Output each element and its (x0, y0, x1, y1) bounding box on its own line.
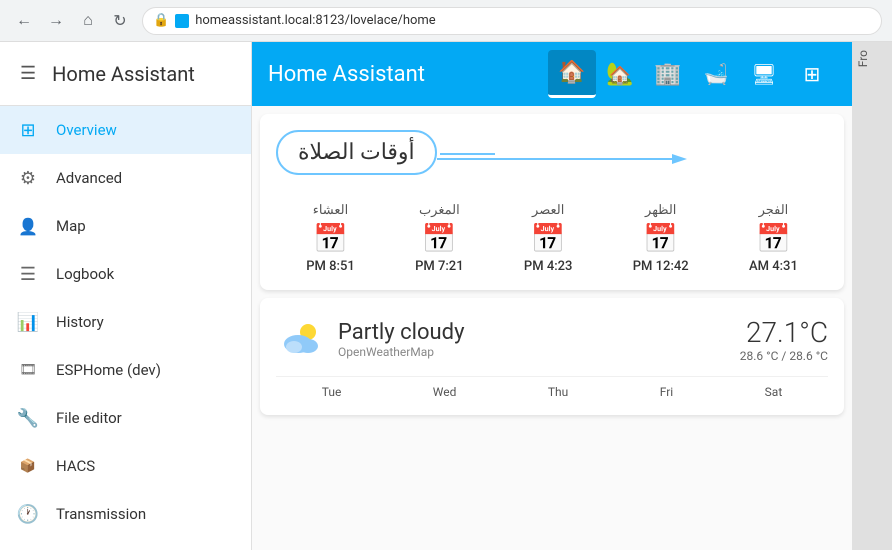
weather-temp-section: 27.1°C 28.6 °C / 28.6 °C (740, 316, 828, 363)
logbook-icon: ☰ (16, 264, 40, 285)
file-editor-icon: 🔧 (16, 408, 40, 429)
tab-building[interactable]: 🏢 (644, 50, 692, 98)
tab-network[interactable]: ⊞ (788, 50, 836, 98)
overview-icon: ⊞ (16, 120, 40, 141)
tab-bath[interactable]: 🛁 (692, 50, 740, 98)
prayer-item-fajr: الفجر 📅 4:31 AM (749, 203, 798, 274)
favicon (175, 14, 189, 28)
app-container: ☰ Home Assistant ⊞ Overview ⚙ Advanced 👤… (0, 42, 892, 550)
map-icon: 👤 (16, 217, 40, 236)
back-button[interactable]: ← (10, 7, 38, 35)
fajr-time: 4:31 AM (749, 259, 798, 274)
sidebar: ☰ Home Assistant ⊞ Overview ⚙ Advanced 👤… (0, 42, 252, 550)
maghrib-icon: 📅 (422, 222, 457, 255)
asr-name: العصر (532, 203, 564, 218)
map-label: Map (56, 217, 86, 235)
address-bar[interactable]: 🔒 homeassistant.local:8123/lovelace/home (142, 7, 882, 35)
sidebar-item-map[interactable]: 👤 Map (0, 202, 251, 250)
prayer-item-asr: العصر 📅 4:23 PM (524, 203, 573, 274)
isha-icon: 📅 (313, 222, 348, 255)
sidebar-item-esphome[interactable]: 🎞 ESPHome (dev) (0, 346, 251, 394)
transmission-label: Transmission (56, 505, 146, 523)
history-label: History (56, 313, 104, 331)
prayer-item-zuhr: الظهر 📅 12:42 PM (633, 203, 689, 274)
nav-buttons: ← → ⌂ ↻ (10, 7, 134, 35)
sidebar-title: Home Assistant (52, 62, 195, 86)
right-panel: Fro (852, 42, 892, 550)
fajr-name: الفجر (759, 203, 789, 218)
esphome-label: ESPHome (dev) (56, 361, 161, 379)
weather-day-thu: Thu (548, 385, 568, 399)
weather-condition: Partly cloudy (338, 320, 728, 345)
prayer-card-title: أوقات الصلاة (276, 130, 437, 175)
lock-icon: 🔒 (153, 13, 169, 28)
weather-source: OpenWeatherMap (338, 345, 728, 359)
lovelace-content: أوقات الصلاة الفجر 📅 4:31 AM (252, 106, 852, 550)
url-text: homeassistant.local:8123/lovelace/home (195, 13, 436, 28)
topbar-title: Home Assistant (268, 62, 548, 87)
sidebar-item-file-editor[interactable]: 🔧 File editor (0, 394, 251, 442)
weather-cloud-icon (276, 314, 326, 364)
sidebar-nav: ⊞ Overview ⚙ Advanced 👤 Map ☰ Logbook 📊 … (0, 106, 251, 550)
weather-day-fri: Fri (660, 385, 673, 399)
hacs-label: HACS (56, 457, 95, 475)
home-button[interactable]: ⌂ (74, 7, 102, 35)
tab-home[interactable]: 🏠 (548, 50, 596, 98)
sidebar-header: ☰ Home Assistant (0, 42, 251, 106)
tab-monitor[interactable]: 🖥 (740, 50, 788, 98)
sidebar-item-hacs[interactable]: 📦 HACS (0, 442, 251, 490)
advanced-label: Advanced (56, 169, 122, 187)
esphome-icon: 🎞 (16, 362, 40, 378)
browser-chrome: ← → ⌂ ↻ 🔒 homeassistant.local:8123/lovel… (0, 0, 892, 42)
hamburger-button[interactable]: ☰ (16, 59, 40, 88)
asr-time: 4:23 PM (524, 259, 573, 274)
sidebar-item-overview[interactable]: ⊞ Overview (0, 106, 251, 154)
topbar-icons: 🏠 🏡 🏢 🛁 🖥 ⊞ (548, 50, 836, 98)
tab-outside[interactable]: 🏡 (596, 50, 644, 98)
prayer-times-card: أوقات الصلاة الفجر 📅 4:31 AM (260, 114, 844, 290)
weather-day-tue: Tue (322, 385, 342, 399)
prayer-arrow (437, 144, 697, 174)
main-content: Home Assistant 🏠 🏡 🏢 🛁 🖥 ⊞ أوقات الصلاة (252, 42, 852, 550)
maghrib-time: 7:21 PM (415, 259, 464, 274)
prayer-item-maghrib: المغرب 📅 7:21 PM (415, 203, 464, 274)
overview-label: Overview (56, 121, 117, 139)
file-editor-label: File editor (56, 409, 122, 427)
isha-name: العشاء (313, 203, 349, 218)
advanced-icon: ⚙ (16, 168, 40, 189)
zuhr-icon: 📅 (643, 222, 678, 255)
weather-temperature: 27.1°C (740, 316, 828, 349)
isha-time: 8:51 PM (306, 259, 355, 274)
prayer-item-isha: العشاء 📅 8:51 PM (306, 203, 355, 274)
weather-day-sat: Sat (765, 385, 783, 399)
sidebar-item-logbook[interactable]: ☰ Logbook (0, 250, 251, 298)
prayer-times-row: الفجر 📅 4:31 AM الظهر 📅 12:42 PM العصر 📅 (276, 203, 828, 274)
asr-icon: 📅 (531, 222, 566, 255)
right-panel-label: Fro (852, 42, 874, 75)
weather-days: Tue Wed Thu Fri Sat (276, 376, 828, 399)
weather-info: Partly cloudy OpenWeatherMap (338, 320, 728, 359)
sidebar-item-transmission[interactable]: 🕐 Transmission (0, 490, 251, 538)
zuhr-time: 12:42 PM (633, 259, 689, 274)
hacs-icon: 📦 (16, 459, 40, 474)
weather-high-low: 28.6 °C / 28.6 °C (740, 349, 828, 363)
zuhr-name: الظهر (645, 203, 676, 218)
history-icon: 📊 (16, 312, 40, 333)
sidebar-item-advanced[interactable]: ⚙ Advanced (0, 154, 251, 202)
maghrib-name: المغرب (419, 203, 460, 218)
refresh-button[interactable]: ↻ (106, 7, 134, 35)
topbar: Home Assistant 🏠 🏡 🏢 🛁 🖥 ⊞ (252, 42, 852, 106)
weather-day-wed: Wed (433, 385, 457, 399)
sidebar-item-history[interactable]: 📊 History (0, 298, 251, 346)
transmission-icon: 🕐 (16, 504, 40, 525)
fajr-icon: 📅 (756, 222, 791, 255)
forward-button[interactable]: → (42, 7, 70, 35)
weather-card: Partly cloudy OpenWeatherMap 27.1°C 28.6… (260, 298, 844, 415)
weather-main: Partly cloudy OpenWeatherMap 27.1°C 28.6… (276, 314, 828, 364)
logbook-label: Logbook (56, 265, 114, 283)
